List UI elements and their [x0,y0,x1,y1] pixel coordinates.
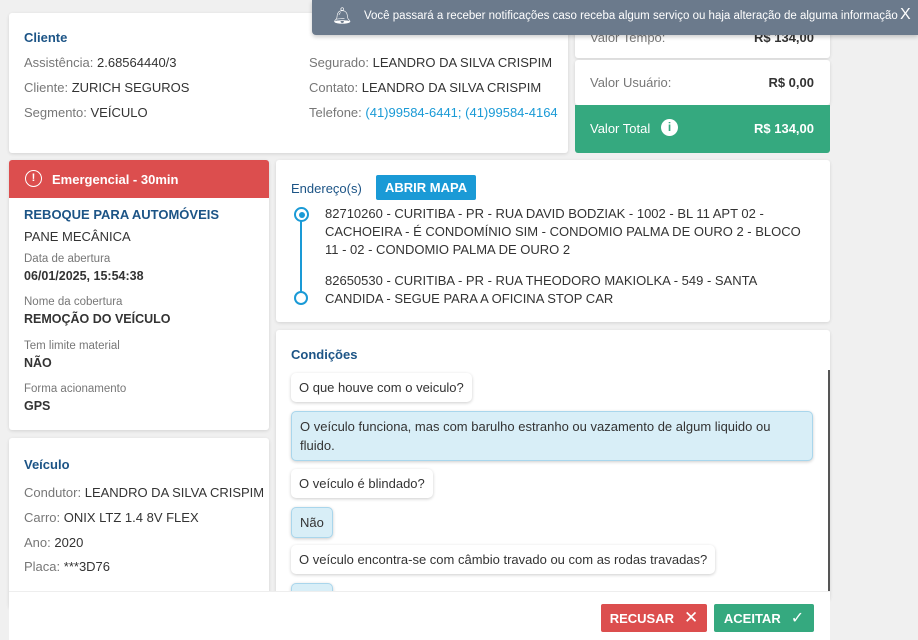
endereco-destino: 82650530 - CURITIBA - PR - RUA THEODORO … [325,273,757,306]
ano-field: Ano: 2020 [24,535,84,550]
carro-field: Carro: ONIX LTZ 1.4 8V FLEX [24,510,199,525]
segurado-field: Segurado: LEANDRO DA SILVA CRISPIM [309,55,553,70]
veiculo-card: Veículo Condutor: LEANDRO DA SILVA CRISP… [9,438,269,608]
scrollbar[interactable] [828,370,830,595]
valor-usuario-label: Valor Usuário: [590,75,672,90]
cliente-field: Cliente: ZURICH SEGUROS [24,80,190,95]
assistencia-field: Assistência: 2.68564440/3 [24,55,177,70]
endereco-origem: 82710260 - CURITIBA - PR - RUA DAVID BOD… [325,206,801,257]
check-icon: ✓ [790,610,805,627]
condicoes-title: Condições [291,347,358,362]
placa-field: Placa: ***3D76 [24,559,111,574]
bell-icon: 🔔︎ [332,8,353,25]
route-line [300,216,302,296]
servico-card: ! Emergencial - 30min REBOQUE PARA AUTOM… [9,160,269,430]
valor-usuario: R$ 0,00 [768,75,814,90]
telefone-link[interactable]: (41)99584-6441; (41)99584-4164 [365,105,557,120]
servico-titulo: REBOQUE PARA AUTOMÓVEIS [24,207,220,222]
condicoes-card: Condições O que houve com o veiculo? O v… [276,330,830,600]
veiculo-title: Veículo [24,457,70,472]
emergency-badge: ! Emergencial - 30min [9,160,269,198]
valor-total-row: Valor Total i R$ 134,00 [575,105,830,153]
forma-value: GPS [24,399,51,413]
telefone-field: Telefone: (41)99584-6441; (41)99584-4164 [309,105,558,120]
limite-label: Tem limite material [24,340,120,352]
forma-label: Forma acionamento [24,383,127,395]
aceitar-button[interactable]: ACEITAR ✓ [714,604,814,632]
contato-field: Contato: LEANDRO DA SILVA CRISPIM [309,80,542,95]
enderecos-card: Endereço(s) ABRIR MAPA 82710260 - CURITI… [276,160,830,322]
notification-text: Você passará a receber notificações caso… [364,10,898,22]
answer-bubble: Não [291,507,333,538]
abrir-mapa-button[interactable]: ABRIR MAPA [376,175,477,200]
valor-total: R$ 134,00 [754,121,814,136]
question-bubble: O que houve com o veiculo? [291,373,472,402]
alert-icon: ! [25,170,42,187]
enderecos-title: Endereço(s) [291,181,362,196]
valor-usuario-row: Valor Usuário: R$ 0,00 [575,60,830,105]
abertura-value: 06/01/2025, 15:54:38 [24,269,144,283]
cliente-title: Cliente [24,30,68,45]
origin-marker-icon [294,207,309,222]
question-bubble: O veículo é blindado? [291,469,433,498]
answer-bubble: O veículo funciona, mas com barulho estr… [291,411,813,461]
cobertura-value: REMOÇÃO DO VEÍCULO [24,312,171,326]
info-icon[interactable]: i [661,119,678,136]
cobertura-label: Nome da cobertura [24,296,123,308]
destination-marker-icon [294,291,308,305]
close-icon[interactable]: X [900,6,911,24]
close-icon: ✕ [684,608,699,627]
valor-total-label: Valor Total [590,121,651,136]
recusar-button[interactable]: RECUSAR ✕ [601,604,707,632]
segmento-field: Segmento: VEÍCULO [24,105,148,120]
notification-toast: 🔔︎ Você passará a receber notificações c… [312,0,918,35]
abertura-label: Data de abertura [24,253,111,265]
question-bubble: O veículo encontra-se com câmbio travado… [291,545,716,574]
condutor-field: Condutor: LEANDRO DA SILVA CRISPIM [24,485,265,500]
servico-subtitulo: PANE MECÂNICA [24,229,131,244]
limite-value: NÃO [24,356,52,370]
